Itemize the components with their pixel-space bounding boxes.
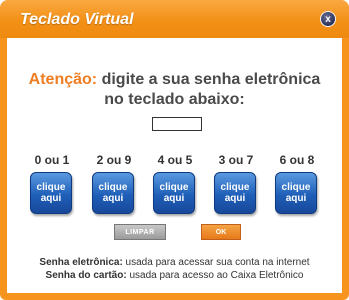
note1-label: Senha eletrônica: — [39, 257, 123, 268]
window-title: Teclado Virtual — [20, 11, 134, 28]
key-group-1: 2 ou 9 clique aqui — [92, 153, 136, 214]
key-group-0: 0 ou 1 clique aqui — [30, 153, 74, 214]
key-button-text: clique — [281, 182, 311, 193]
ok-button[interactable]: OK — [201, 224, 241, 240]
key-button-text: clique — [36, 182, 66, 193]
attention-label: Atenção: — [28, 71, 98, 88]
key-label: 0 ou 1 — [34, 153, 70, 167]
note2-text: usada para acesso ao Caixa Eletrônico — [126, 270, 304, 281]
password-notes: Senha eletrônica: usada para acessar sua… — [7, 256, 342, 282]
key-label: 3 ou 7 — [218, 153, 254, 167]
key-label: 6 ou 8 — [279, 153, 315, 167]
close-button[interactable]: x — [320, 11, 336, 27]
keyboard-panel: Atenção: digite a sua senha eletrônica n… — [7, 38, 342, 293]
virtual-keyboard-window: Teclado Virtual x Atenção: digite a sua … — [0, 0, 349, 300]
key-button-text: aqui — [102, 193, 124, 204]
key-button-text: clique — [159, 182, 189, 193]
key-button-6-or-8[interactable]: clique aqui — [275, 172, 317, 214]
instruction-line1: digite a sua senha eletrônica — [97, 71, 321, 88]
key-button-text: clique — [220, 182, 250, 193]
password-input[interactable] — [152, 117, 202, 131]
key-button-text: clique — [98, 182, 128, 193]
key-button-text: aqui — [163, 193, 185, 204]
key-button-3-or-7[interactable]: clique aqui — [214, 172, 256, 214]
close-icon: x — [325, 13, 331, 25]
key-button-text: aqui — [224, 193, 246, 204]
key-button-2-or-9[interactable]: clique aqui — [92, 172, 134, 214]
instruction-line2: no teclado abaixo: — [104, 91, 245, 108]
key-button-text: aqui — [285, 193, 307, 204]
key-label: 2 ou 9 — [96, 153, 132, 167]
note2-label: Senha do cartão: — [45, 270, 127, 281]
key-group-3: 3 ou 7 clique aqui — [214, 153, 258, 214]
note1-text: usada para acessar sua conta na internet — [122, 257, 310, 268]
clear-button[interactable]: LIMPAR — [114, 224, 166, 240]
key-group-2: 4 ou 5 clique aqui — [153, 153, 197, 214]
key-label: 4 ou 5 — [157, 153, 193, 167]
title-bar[interactable]: Teclado Virtual x — [0, 0, 349, 38]
instruction-text: Atenção: digite a sua senha eletrônica n… — [7, 70, 342, 110]
key-group-4: 6 ou 8 clique aqui — [275, 153, 319, 214]
key-button-4-or-5[interactable]: clique aqui — [153, 172, 195, 214]
key-button-0-or-1[interactable]: clique aqui — [30, 172, 72, 214]
key-button-text: aqui — [40, 193, 62, 204]
